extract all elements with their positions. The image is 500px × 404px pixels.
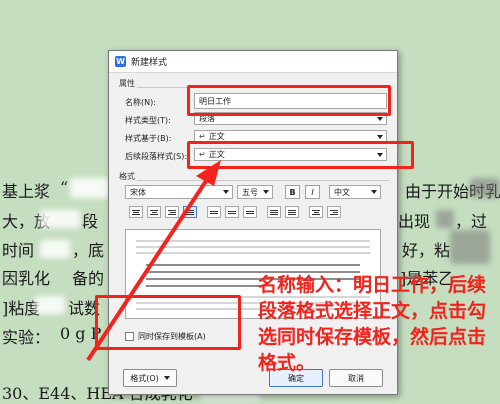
annotation-text: 名称输入：明日工作，后续段落格式选择正文，点击勾选同时保存模板，然后点击格式。 — [258, 274, 487, 374]
